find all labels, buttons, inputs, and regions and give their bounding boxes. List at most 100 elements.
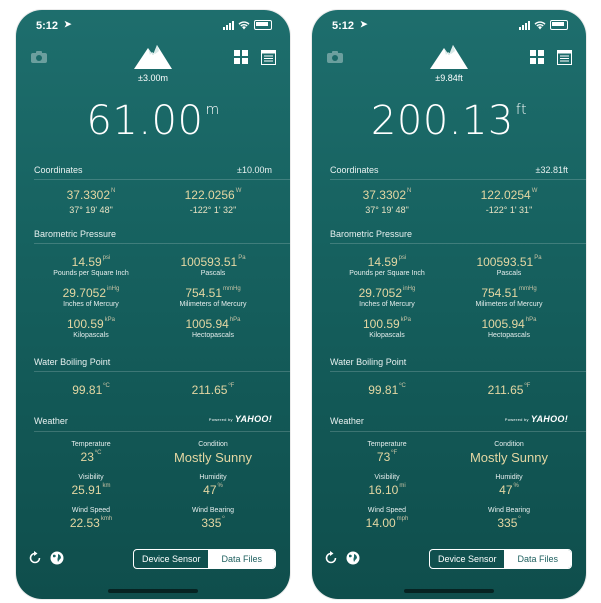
source-segmented-control: Device Sensor Data Files (132, 549, 276, 569)
wind-bearing-cell: Wind Bearing 335º (449, 507, 569, 530)
source-segmented-control: Device Sensor Data Files (428, 549, 572, 569)
psi-cell: 14.59psi Pounds per Square Inch (31, 255, 151, 277)
pascal-cell: 100593.51Pa Pascals (153, 255, 273, 277)
inhg-cell: 29.7052inHg Inches of Mercury (327, 286, 447, 308)
coordinates-header: Coordinates ±32.81ft (330, 165, 568, 175)
refresh-icon[interactable] (324, 551, 338, 565)
longitude-value: 122.0254 (480, 188, 531, 202)
visibility-cell: Visibility 25.91km (31, 474, 151, 497)
boiling-celsius-cell: 99.81ºC (31, 383, 151, 397)
status-icons (519, 20, 568, 30)
hpa-label: Hectopascals (487, 332, 531, 339)
visibility-value: 25.91 (71, 483, 102, 497)
cellular-signal-icon (223, 20, 234, 30)
altitude-unit: m (205, 102, 220, 118)
divider (330, 371, 586, 372)
mountain-icon (134, 45, 172, 69)
inhg-value: 29.7052 (358, 286, 403, 300)
pascal-unit: Pa (534, 255, 542, 261)
location-arrow-icon: ➤ (64, 19, 72, 29)
coordinates-title: Coordinates (330, 165, 379, 175)
refresh-icon[interactable] (28, 551, 42, 565)
data-files-tab[interactable]: Data Files (208, 550, 275, 568)
inhg-unit: inHg (107, 286, 120, 292)
humidity-unit: % (217, 483, 223, 489)
boiling-celsius-value: 99.81 (368, 383, 399, 397)
yahoo-logo: Powered by YAHOO! (505, 414, 568, 424)
phone-screen-metric: 5:12 ➤ ±3.00m 61.00 m Coordinates ±10.00m… (16, 10, 290, 599)
hpa-unit: hPa (229, 317, 241, 323)
boiling-fahrenheit-value: 211.65 (487, 383, 524, 397)
psi-unit: psi (398, 255, 407, 261)
wind-bearing-cell: Wind Bearing 335º (153, 507, 273, 530)
hpa-value: 1005.94 (185, 317, 229, 331)
divider (34, 243, 290, 244)
bottom-bar: Device Sensor Data Files (312, 549, 586, 571)
condition-value: Mostly Sunny (469, 450, 549, 465)
latitude-value: 37.3302 (66, 188, 111, 202)
humidity-label: Humidity (199, 474, 227, 481)
weather-title: Weather (34, 416, 68, 426)
status-time: 5:12 (332, 20, 355, 32)
hpa-value: 1005.94 (481, 317, 525, 331)
pascal-label: Pascals (200, 270, 226, 277)
latitude-cell: 37.3302N 37° 19' 48" (327, 188, 447, 215)
wind-bearing-label: Wind Bearing (191, 507, 235, 514)
latitude-value: 37.3302 (362, 188, 407, 202)
powered-by-label: Powered by (504, 417, 529, 423)
wind-speed-cell: Wind Speed 14.00mph (327, 507, 447, 530)
globe-icon[interactable] (50, 551, 64, 565)
status-time: 5:12 (36, 20, 59, 32)
device-sensor-tab[interactable]: Device Sensor (134, 550, 209, 568)
hpa-cell: 1005.94hPa Hectopascals (153, 317, 273, 339)
altitude-accuracy: ±9.84ft (435, 73, 463, 83)
visibility-unit: km (102, 483, 111, 489)
pressure-header: Barometric Pressure (330, 229, 568, 239)
latitude-dir: N (111, 188, 116, 194)
psi-value: 14.59 (71, 255, 102, 269)
altitude-unit: ft (515, 102, 528, 118)
list-view-icon[interactable] (261, 50, 276, 65)
temperature-unit: ºC (94, 450, 102, 456)
phone-screen-imperial: 5:12 ➤ ±9.84ft 200.13 ft Coordinates ±32.… (312, 10, 586, 599)
humidity-unit: % (513, 483, 519, 489)
altitude-value: 61.00 (86, 98, 204, 144)
grid-view-icon[interactable] (530, 50, 544, 64)
grid-view-icon[interactable] (234, 50, 248, 64)
altitude-readout: 200.13 ft (312, 98, 586, 144)
camera-icon[interactable] (326, 50, 344, 64)
boiling-celsius-cell: 99.81ºC (327, 383, 447, 397)
inhg-unit: inHg (403, 286, 416, 292)
altitude-readout: 61.00 m (16, 98, 290, 144)
boiling-header: Water Boiling Point (330, 357, 568, 367)
longitude-value: 122.0256 (184, 188, 235, 202)
mmhg-label: Milimeters of Mercury (475, 301, 543, 308)
pressure-title: Barometric Pressure (34, 229, 117, 239)
boiling-fahrenheit-value: 211.65 (191, 383, 228, 397)
location-arrow-icon: ➤ (360, 19, 368, 29)
condition-label: Condition (494, 441, 524, 448)
kpa-value: 100.59 (66, 317, 104, 331)
visibility-cell: Visibility 16.10mi (327, 474, 447, 497)
mountain-icon (430, 45, 468, 69)
list-view-icon[interactable] (557, 50, 572, 65)
camera-icon[interactable] (30, 50, 48, 64)
boiling-celsius-value: 99.81 (72, 383, 103, 397)
longitude-dms: -122° 1' 31" (485, 205, 533, 215)
pressure-header: Barometric Pressure (34, 229, 272, 239)
coordinates-title: Coordinates (34, 165, 83, 175)
home-indicator (108, 589, 198, 593)
hpa-cell: 1005.94hPa Hectopascals (449, 317, 569, 339)
kpa-label: Kilopascals (369, 332, 405, 339)
mmhg-cell: 754.51mmHg Milimeters of Mercury (449, 286, 569, 308)
device-sensor-tab[interactable]: Device Sensor (430, 550, 505, 568)
temperature-cell: Temperature 23ºC (31, 441, 151, 464)
globe-icon[interactable] (346, 551, 360, 565)
latitude-dms: 37° 19' 48" (365, 205, 409, 215)
wind-bearing-value: 335 (201, 516, 222, 530)
status-icons (223, 20, 272, 30)
kpa-cell: 100.59kPa Kilopascals (327, 317, 447, 339)
humidity-label: Humidity (495, 474, 523, 481)
data-files-tab[interactable]: Data Files (504, 550, 571, 568)
boiling-header: Water Boiling Point (34, 357, 272, 367)
